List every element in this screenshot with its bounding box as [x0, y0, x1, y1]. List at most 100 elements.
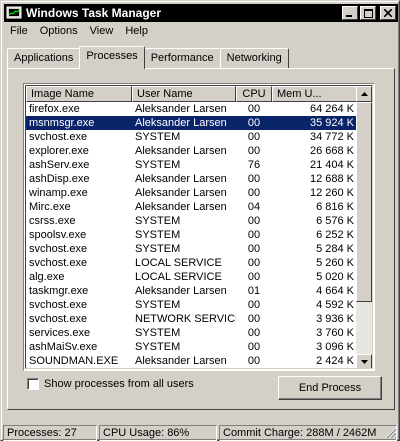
process-cpu: 00 [247, 229, 261, 241]
process-row[interactable]: svchost.exe SYSTEM 00 34 772 K [26, 130, 358, 144]
menu-view[interactable]: View [84, 23, 120, 41]
process-row[interactable]: svchost.exe LOCAL SERVICE 00 5 260 K [26, 256, 358, 270]
process-row[interactable]: svchost.exe NETWORK SERVICE 00 3 936 K [26, 312, 358, 326]
menu-help[interactable]: Help [119, 23, 154, 41]
maximize-button[interactable] [360, 6, 376, 20]
process-cpu: 00 [247, 215, 261, 227]
process-mem: 5 260 K [316, 257, 354, 269]
process-row[interactable]: msnmsgr.exe Aleksander Larsen 00 35 924 K [26, 116, 358, 130]
process-name: explorer.exe [29, 145, 89, 157]
process-user: SYSTEM [135, 215, 181, 227]
process-row[interactable]: csrss.exe SYSTEM 00 6 576 K [26, 214, 358, 228]
process-name: svchost.exe [29, 313, 88, 325]
status-processes: Processes: 27 [3, 425, 97, 441]
menu-file[interactable]: File [4, 23, 34, 41]
process-mem: 6 252 K [316, 229, 354, 241]
process-row[interactable]: ashServ.exe SYSTEM 76 21 404 K [26, 158, 358, 172]
close-icon [384, 9, 392, 17]
process-row[interactable]: SOUNDMAN.EXE Aleksander Larsen 00 2 424 K [26, 354, 358, 368]
process-name: taskmgr.exe [29, 285, 89, 297]
process-mem: 6 816 K [316, 201, 354, 213]
process-row[interactable]: Mirc.exe Aleksander Larsen 04 6 816 K [26, 200, 358, 214]
status-commit-charge: Commit Charge: 288M / 2462M [219, 425, 397, 441]
process-cpu: 00 [247, 341, 261, 353]
process-user: LOCAL SERVICE [135, 257, 222, 269]
process-name: msnmsgr.exe [29, 117, 95, 129]
process-mem: 34 772 K [309, 131, 354, 143]
process-mem: 26 668 K [309, 145, 354, 157]
process-cpu: 00 [247, 131, 261, 143]
process-cpu: 00 [247, 257, 261, 269]
process-mem: 64 264 K [309, 103, 354, 115]
vertical-scrollbar[interactable] [356, 86, 372, 368]
title-bar[interactable]: Windows Task Manager [4, 4, 398, 22]
process-name: firefox.exe [29, 103, 80, 115]
column-image-name[interactable]: Image Name [26, 86, 132, 102]
tab-networking[interactable]: Networking [219, 48, 289, 68]
process-row[interactable]: svchost.exe SYSTEM 00 4 592 K [26, 298, 358, 312]
process-row[interactable]: firefox.exe Aleksander Larsen 00 64 264 K [26, 102, 358, 116]
process-mem: 4 664 K [316, 285, 354, 297]
process-name: svchost.exe [29, 243, 88, 255]
process-mem: 12 260 K [309, 187, 354, 199]
tab-performance[interactable]: Performance [143, 48, 221, 68]
process-row[interactable]: alg.exe LOCAL SERVICE 00 5 020 K [26, 270, 358, 284]
process-row[interactable]: ashMaiSv.exe SYSTEM 00 3 096 K [26, 340, 358, 354]
process-name: alg.exe [29, 271, 65, 283]
maximize-icon [363, 8, 373, 18]
process-user: NETWORK SERVICE [135, 313, 236, 325]
process-cpu: 00 [247, 187, 261, 199]
process-row[interactable]: services.exe SYSTEM 00 3 760 K [26, 326, 358, 340]
close-button[interactable] [380, 6, 396, 20]
process-row[interactable]: ashDisp.exe Aleksander Larsen 00 12 688 K [26, 172, 358, 186]
column-user-name[interactable]: User Name [132, 86, 236, 102]
process-list[interactable]: Image Name User Name CPU Mem U... firefo… [23, 83, 375, 371]
process-user: SYSTEM [135, 299, 181, 311]
tab-applications[interactable]: Applications [7, 48, 81, 68]
status-cpu-usage: CPU Usage: 86% [99, 425, 217, 441]
process-name: ashDisp.exe [29, 173, 90, 185]
process-row[interactable]: explorer.exe Aleksander Larsen 00 26 668 K [26, 144, 358, 158]
scroll-up-button[interactable] [356, 86, 372, 102]
process-mem: 35 924 K [309, 117, 354, 129]
process-user: Aleksander Larsen [135, 187, 227, 199]
process-row[interactable]: spoolsv.exe SYSTEM 00 6 252 K [26, 228, 358, 242]
column-cpu[interactable]: CPU [236, 86, 272, 102]
show-all-users-checkbox[interactable] [27, 378, 39, 390]
arrow-up-icon [360, 92, 368, 96]
process-name: SOUNDMAN.EXE [29, 355, 119, 367]
scroll-down-button[interactable] [356, 354, 372, 368]
process-mem: 3 760 K [316, 327, 354, 339]
end-process-button[interactable]: End Process [278, 376, 382, 400]
menu-options[interactable]: Options [34, 23, 84, 41]
process-cpu: 00 [247, 103, 261, 115]
tab-processes[interactable]: Processes [79, 46, 145, 69]
process-cpu: 00 [247, 243, 261, 255]
process-name: winamp.exe [29, 187, 88, 199]
process-user: Aleksander Larsen [135, 145, 227, 157]
process-rows: firefox.exe Aleksander Larsen 00 64 264 Kms… [26, 102, 358, 368]
show-all-users-option[interactable]: Show processes from all users [27, 378, 194, 390]
scroll-thumb[interactable] [356, 102, 372, 302]
column-mem-usage[interactable]: Mem U... [272, 86, 358, 102]
arrow-down-icon [360, 360, 368, 364]
process-name: svchost.exe [29, 299, 88, 311]
process-name: Mirc.exe [29, 201, 71, 213]
task-manager-window: Windows Task Manager File Options View H… [0, 0, 400, 441]
process-cpu: 04 [247, 201, 261, 213]
process-row[interactable]: svchost.exe SYSTEM 00 5 284 K [26, 242, 358, 256]
process-cpu: 00 [247, 313, 261, 325]
process-row[interactable]: winamp.exe Aleksander Larsen 00 12 260 K [26, 186, 358, 200]
process-user: Aleksander Larsen [135, 173, 227, 185]
process-user: SYSTEM [135, 131, 181, 143]
status-bar: Processes: 27 CPU Usage: 86% Commit Char… [3, 425, 399, 441]
process-row[interactable]: taskmgr.exe Aleksander Larsen 01 4 664 K [26, 284, 358, 298]
minimize-button[interactable] [342, 6, 358, 20]
task-manager-icon [6, 5, 22, 21]
process-name: ashMaiSv.exe [29, 341, 98, 353]
process-user: SYSTEM [135, 229, 181, 241]
menu-bar: File Options View Help [4, 23, 154, 41]
resize-grip-icon[interactable] [385, 427, 397, 439]
list-header: Image Name User Name CPU Mem U... [26, 86, 358, 102]
process-name: svchost.exe [29, 131, 88, 143]
